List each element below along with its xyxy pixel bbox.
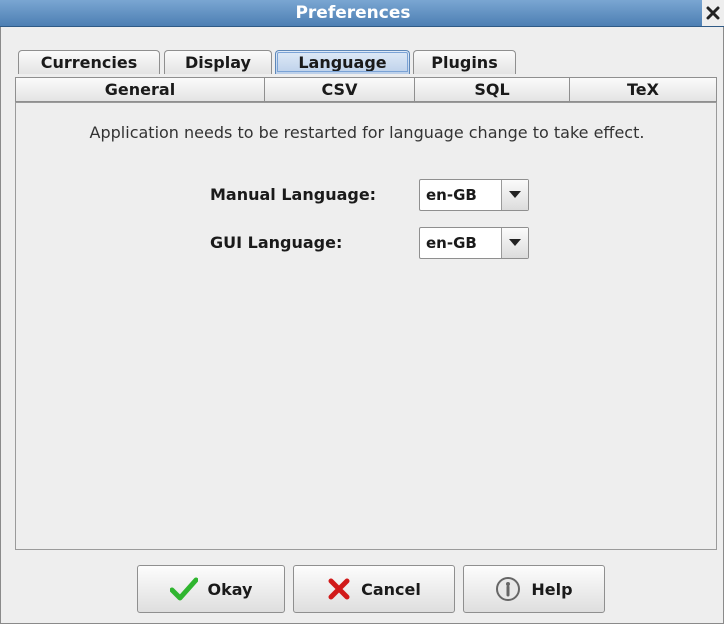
okay-button[interactable]: Okay <box>137 565 285 613</box>
tab-label: General <box>104 80 176 99</box>
manual-language-select[interactable]: en-GB <box>419 179 529 211</box>
close-icon <box>706 6 720 20</box>
tab-label: Display <box>185 53 251 72</box>
tab-plugins[interactable]: Plugins <box>413 50 516 74</box>
tab-tex[interactable]: TeX <box>569 77 717 101</box>
tab-label: Plugins <box>431 53 498 72</box>
tab-csv[interactable]: CSV <box>264 77 414 101</box>
help-label: Help <box>531 579 573 599</box>
gui-language-select[interactable]: en-GB <box>419 227 529 259</box>
tab-label: SQL <box>474 80 510 99</box>
window-title: Preferences <box>295 3 411 23</box>
chevron-down-icon <box>509 239 521 246</box>
tab-label: Currencies <box>40 53 138 72</box>
tab-label: CSV <box>321 80 358 99</box>
okay-label: Okay <box>207 579 253 599</box>
manual-language-label: Manual Language: <box>210 185 377 204</box>
dropdown-button[interactable] <box>501 180 528 210</box>
dropdown-button[interactable] <box>501 228 528 258</box>
restart-notice: Application needs to be restarted for la… <box>89 123 645 142</box>
chevron-down-icon <box>509 191 521 198</box>
title-bar[interactable]: Preferences <box>0 0 724 27</box>
tab-general[interactable]: General <box>15 77 264 101</box>
language-panel: Application needs to be restarted for la… <box>15 102 717 550</box>
tab-display[interactable]: Display <box>164 50 272 74</box>
help-button[interactable]: Help <box>463 565 605 613</box>
cancel-button[interactable]: Cancel <box>293 565 455 613</box>
tab-sql[interactable]: SQL <box>414 77 569 101</box>
manual-language-value: en-GB <box>426 186 477 204</box>
tab-language[interactable]: Language <box>275 50 410 74</box>
gui-language-value: en-GB <box>426 234 477 252</box>
tab-row-2: General CSV SQL TeX <box>15 77 717 102</box>
x-mark-icon <box>328 578 350 600</box>
checkmark-icon <box>169 577 198 601</box>
close-button[interactable] <box>702 0 724 26</box>
gui-language-label: GUI Language: <box>210 233 343 252</box>
tab-label: TeX <box>627 80 659 99</box>
tab-label: Language <box>298 53 387 72</box>
info-icon <box>496 577 521 601</box>
cancel-label: Cancel <box>361 579 421 599</box>
tab-currencies[interactable]: Currencies <box>18 50 160 74</box>
